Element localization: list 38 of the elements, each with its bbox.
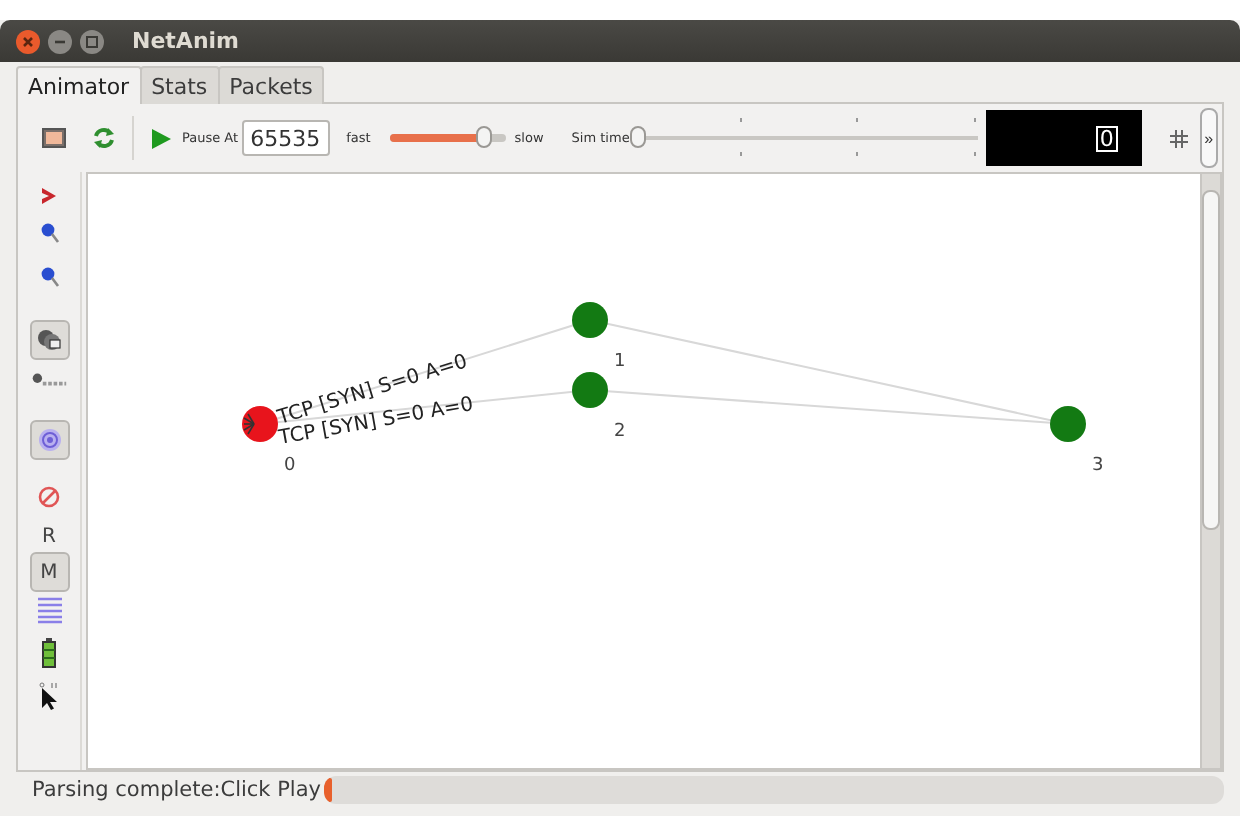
grid-icon[interactable] bbox=[1169, 129, 1188, 147]
node-circle[interactable] bbox=[572, 302, 608, 338]
packet-arrows-icon bbox=[243, 413, 255, 435]
nodes-icon bbox=[36, 328, 62, 352]
tool-button[interactable]: M bbox=[29, 552, 69, 592]
time-display: 0 bbox=[985, 110, 1142, 166]
node-label: 0 bbox=[284, 456, 296, 476]
target-icon bbox=[37, 428, 61, 452]
node-circle[interactable] bbox=[1050, 406, 1086, 442]
close-icon[interactable] bbox=[16, 29, 40, 53]
pause-at-field[interactable]: 65535 bbox=[242, 120, 331, 156]
tag-icon bbox=[31, 372, 67, 388]
minimize-icon[interactable] bbox=[48, 29, 72, 53]
play-icon[interactable] bbox=[150, 127, 172, 149]
list-icon bbox=[37, 596, 61, 624]
status-message: Parsing complete:Click Play bbox=[32, 778, 321, 802]
pointer-icon bbox=[38, 682, 60, 710]
node-circle[interactable] bbox=[242, 406, 278, 442]
node-label: 2 bbox=[614, 422, 626, 442]
node-label: 1 bbox=[614, 352, 626, 372]
tool-button[interactable]: R bbox=[29, 516, 69, 556]
window-icon[interactable] bbox=[42, 128, 66, 148]
tab[interactable]: Packets bbox=[217, 66, 325, 104]
window-title: NetAnim bbox=[132, 28, 240, 54]
zoom-out-icon bbox=[39, 265, 59, 287]
tool-button[interactable] bbox=[29, 320, 69, 360]
node-label: 3 bbox=[1092, 456, 1104, 476]
refresh-icon[interactable] bbox=[92, 126, 116, 150]
chevron-icon bbox=[39, 186, 59, 206]
maximize-icon[interactable] bbox=[80, 29, 104, 53]
prohibited-icon bbox=[38, 485, 60, 507]
more-button[interactable]: » bbox=[1199, 108, 1218, 168]
zoom-in-icon bbox=[39, 221, 59, 243]
battery-icon bbox=[42, 637, 56, 667]
slider-handle[interactable] bbox=[475, 126, 492, 148]
sim-time-slider-handle[interactable] bbox=[629, 126, 646, 148]
tab[interactable]: Animator bbox=[16, 66, 142, 104]
tab[interactable]: Stats bbox=[139, 66, 220, 104]
